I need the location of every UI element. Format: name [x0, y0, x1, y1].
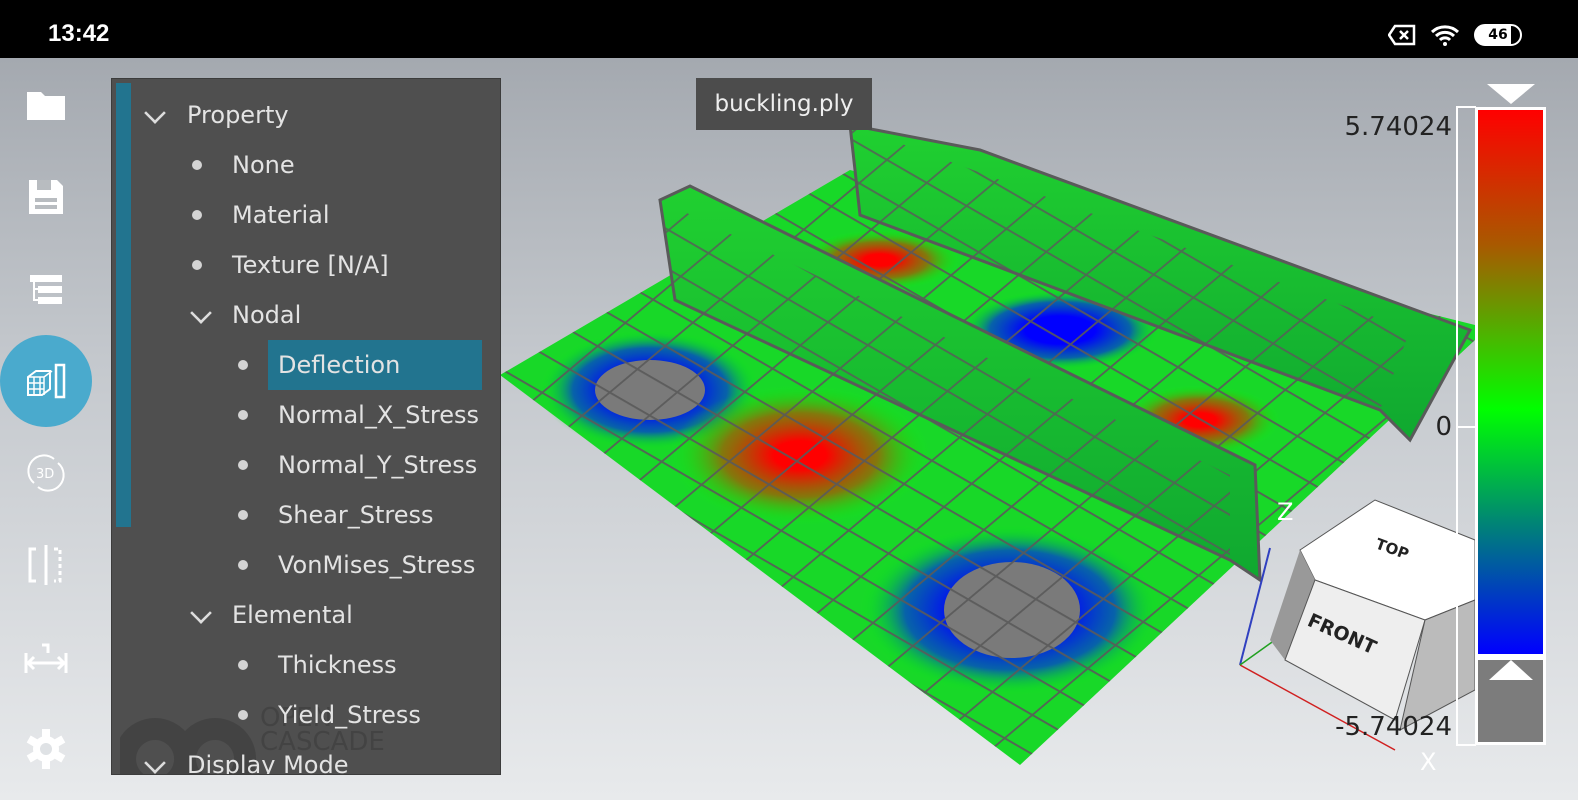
chevron-down-icon	[144, 102, 166, 124]
label: Normal_X_Stress	[278, 401, 480, 429]
bullet-icon	[238, 510, 248, 520]
tree-group-elemental[interactable]: Elemental	[190, 590, 353, 640]
bullet-icon	[238, 460, 248, 470]
label: None	[232, 151, 295, 179]
label: Elemental	[232, 601, 353, 629]
chevron-down-icon	[190, 602, 212, 624]
bullet-icon	[238, 410, 248, 420]
bullet-icon	[192, 210, 202, 220]
tree-item-normal-y-stress[interactable]: Normal_Y_Stress	[238, 440, 477, 490]
chevron-down-icon	[144, 752, 166, 774]
label: VonMises_Stress	[278, 551, 476, 579]
scale-max-label: 5.74024	[1344, 112, 1452, 142]
property-panel: Property None Material Texture [N/A] Nod…	[111, 78, 501, 775]
color-scale-bar	[1475, 107, 1546, 657]
axis-x-label: X	[1420, 748, 1436, 776]
bullet-icon	[192, 260, 202, 270]
view-cube[interactable]: TOP FRONT	[1270, 499, 1476, 731]
tree-group-display-mode[interactable]: Display Mode	[144, 740, 349, 775]
scale-min-label: -5.74024	[1335, 712, 1452, 742]
tree-group-property[interactable]: Property	[144, 90, 484, 140]
tree-item-material[interactable]: Material	[192, 190, 330, 240]
bullet-icon	[238, 660, 248, 670]
bullet-icon	[238, 710, 248, 720]
label: Thickness	[278, 651, 397, 679]
tree-item-shear-stress[interactable]: Shear_Stress	[238, 490, 434, 540]
max-slider-handle[interactable]	[1487, 84, 1535, 106]
label: Material	[232, 201, 330, 229]
chevron-down-icon	[190, 302, 212, 324]
label: Yield_Stress	[278, 701, 421, 729]
tree-item-yield-stress[interactable]: Yield_Stress	[238, 690, 421, 740]
bullet-icon	[238, 360, 248, 370]
label: Shear_Stress	[278, 501, 434, 529]
tree-group-nodal[interactable]: Nodal	[190, 290, 301, 340]
tree-item-deflection[interactable]: Deflection	[238, 340, 400, 390]
label: Deflection	[278, 351, 401, 379]
tree-item-thickness[interactable]: Thickness	[238, 640, 397, 690]
label: Property	[187, 101, 289, 129]
axis-z-label: Z	[1277, 498, 1293, 526]
tree-item-vonmises-stress[interactable]: VonMises_Stress	[238, 540, 475, 590]
min-slider-handle[interactable]	[1489, 660, 1533, 682]
tree-item-texture[interactable]: Texture [N/A]	[192, 240, 389, 290]
label: Normal_Y_Stress	[278, 451, 478, 479]
scale-mid-label: 0	[1435, 412, 1452, 442]
filename-label: buckling.ply	[696, 78, 872, 130]
bullet-icon	[238, 560, 248, 570]
bullet-icon	[192, 160, 202, 170]
label: Nodal	[232, 301, 302, 329]
tree-item-normal-x-stress[interactable]: Normal_X_Stress	[238, 390, 479, 440]
label: Display Mode	[187, 751, 349, 775]
panel-scrollbar[interactable]	[116, 83, 131, 527]
tree-item-none[interactable]: None	[192, 140, 295, 190]
label: Texture [N/A]	[232, 251, 389, 279]
